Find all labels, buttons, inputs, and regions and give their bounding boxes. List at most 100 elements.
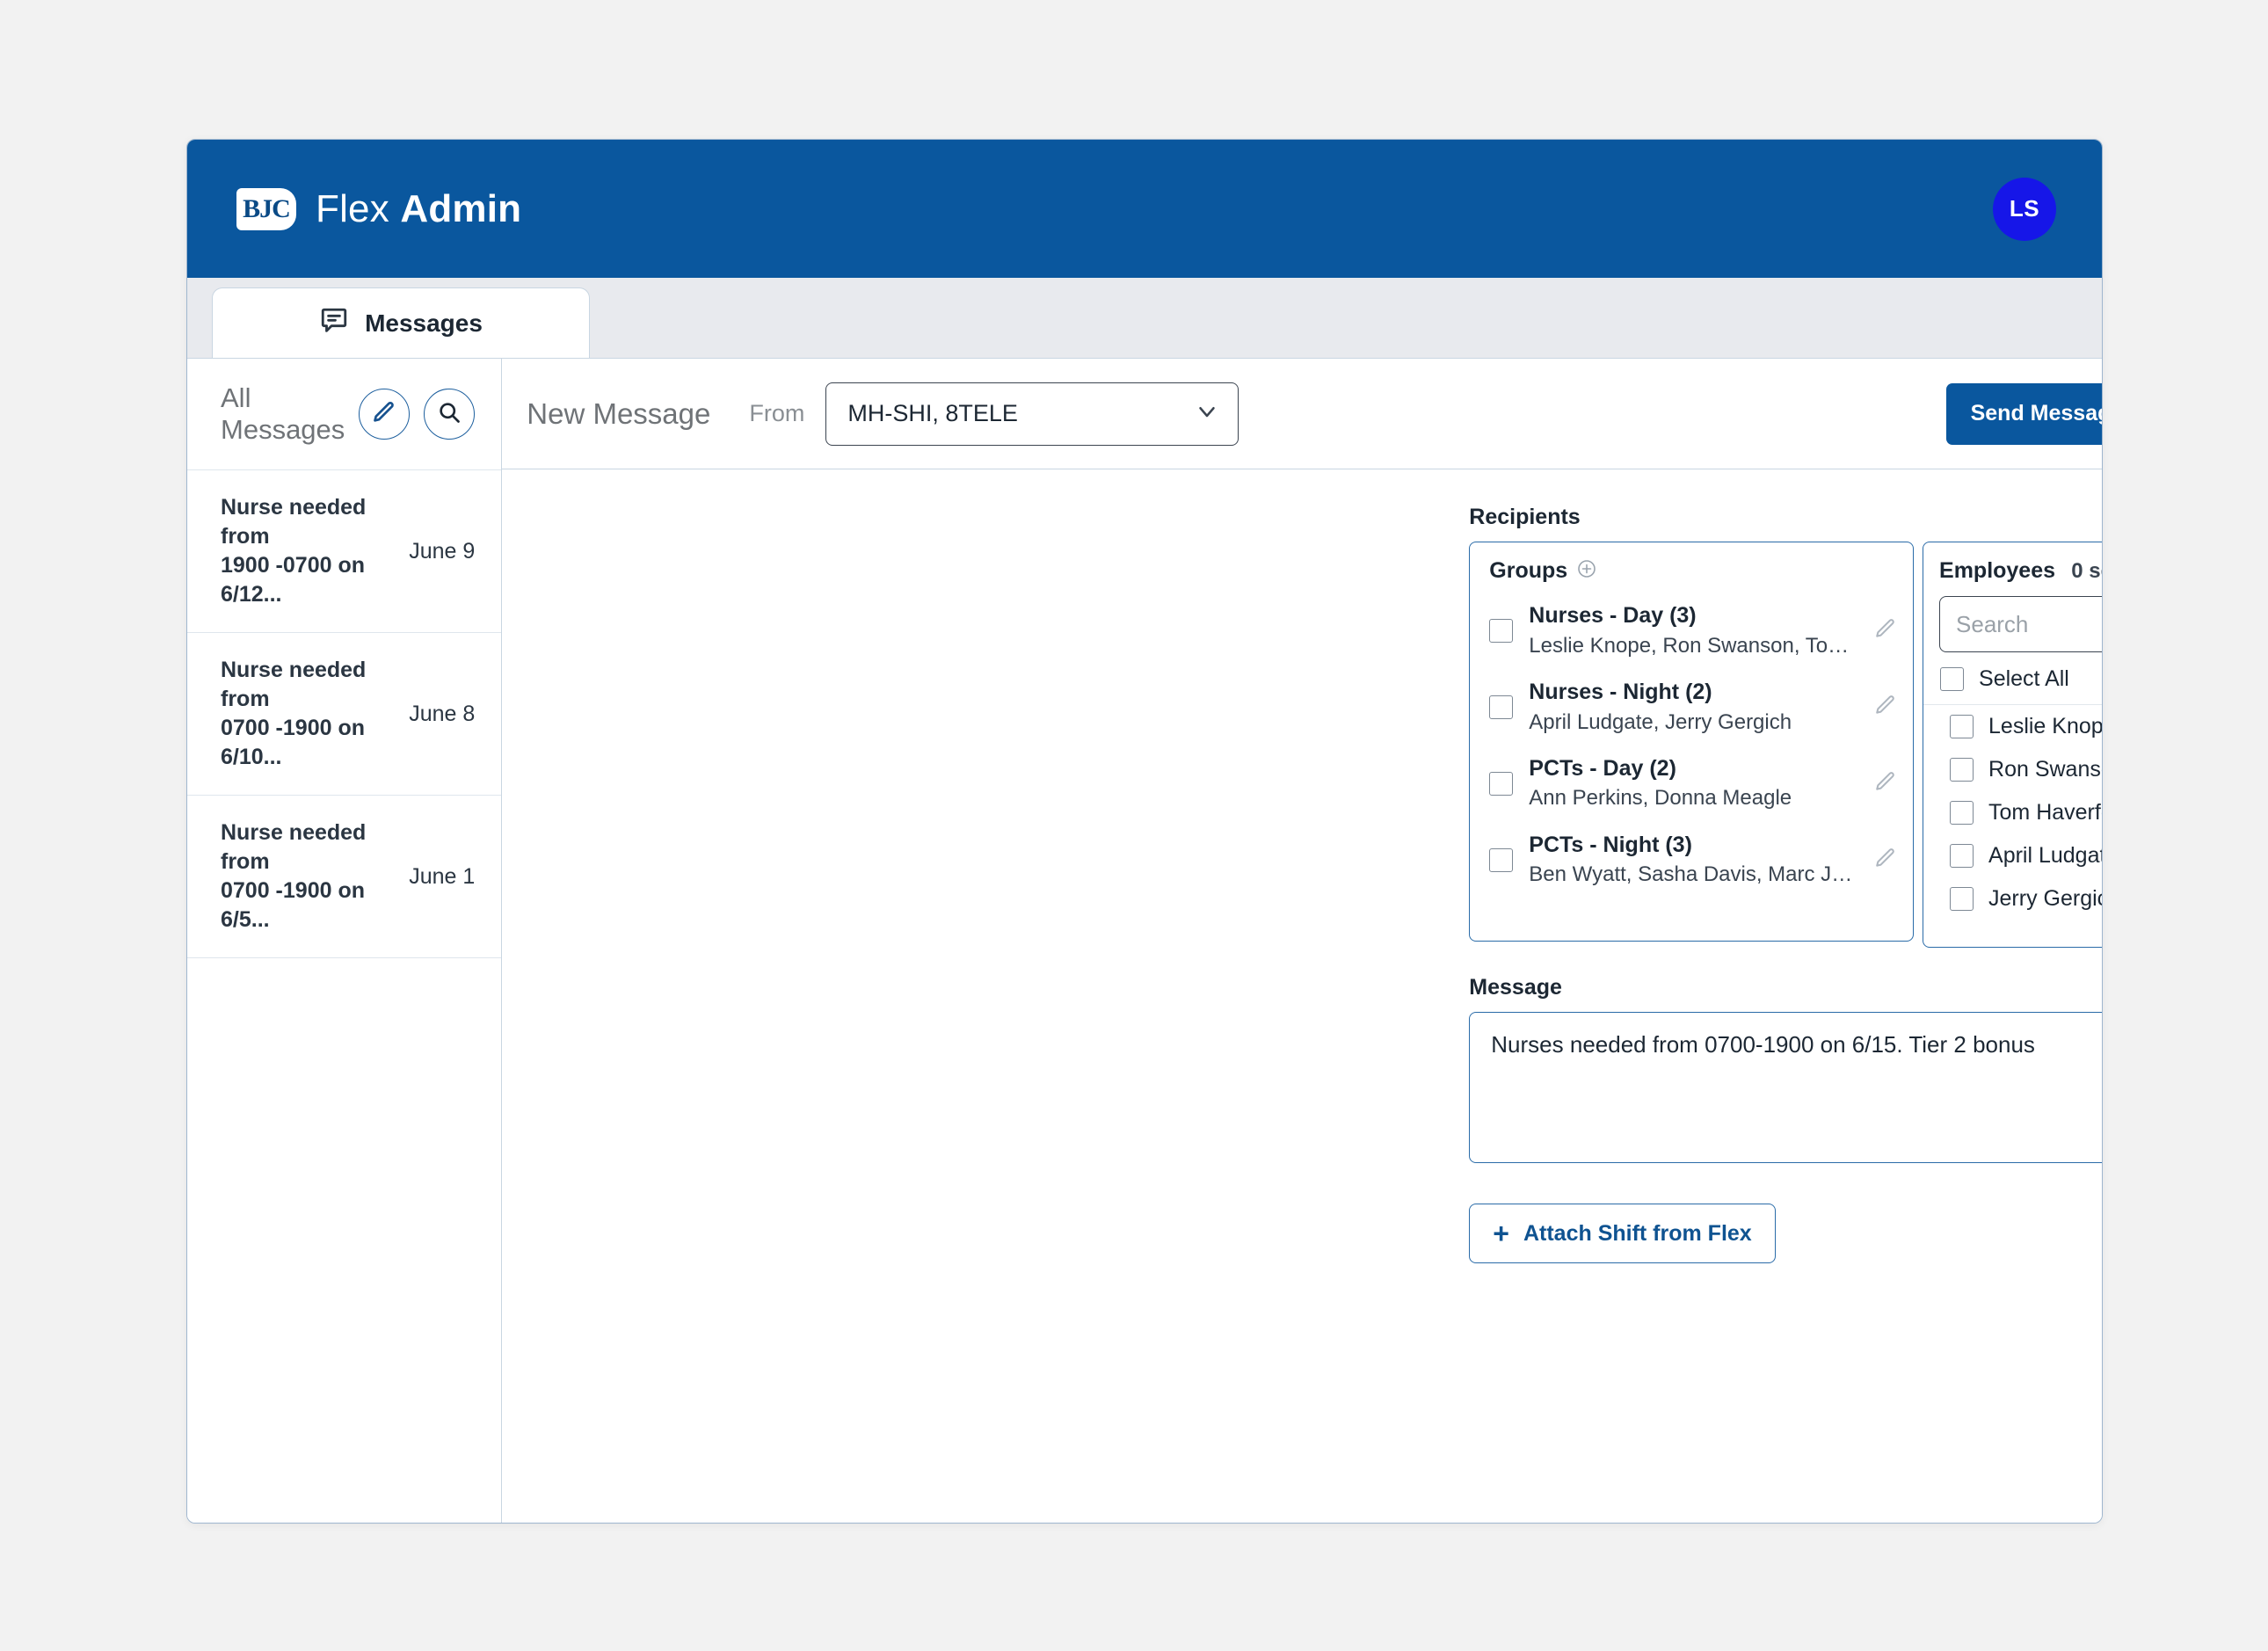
from-unit-value: MH-SHI, 8TELE [847,400,1018,426]
select-all-checkbox[interactable] [1940,667,1965,691]
app-header: BJC Flex Admin LS [187,140,2102,278]
search-input[interactable] [1939,596,2102,652]
message-textarea[interactable] [1469,1012,2102,1163]
pencil-icon[interactable] [1874,694,1897,721]
list-item[interactable]: Nurse needed from 1900 -0700 on 6/12... J… [187,469,502,632]
group-members: Leslie Knope, Ron Swanson, Tom... [1529,633,1859,658]
employee-name: Ron Swanson [1988,757,2102,782]
employee-item[interactable]: Jerry Gergich [1923,877,2102,920]
title-bold: Admin [400,186,522,230]
search-messages-button[interactable] [424,389,476,440]
group-checkbox[interactable] [1489,847,1514,872]
select-all-row[interactable]: Select All [1923,652,2102,705]
group-text: PCTs - Night (3) Ben Wyatt, Sasha Davis,… [1529,831,1858,890]
group-checkbox[interactable] [1489,771,1514,796]
message-subject-line2: 1900 -0700 on 6/12... [221,553,365,607]
message-date: June 1 [409,863,476,889]
employee-checkbox[interactable] [1950,758,1974,782]
employees-panel: Employees 0 selected Select All Leslie K… [1923,542,2103,948]
tab-messages-label: Messages [365,309,483,337]
list-item[interactable]: Nurse needed from 0700 -1900 on 6/10... J… [187,632,502,795]
send-message-button[interactable]: Send Message [1945,382,2102,445]
group-checkbox[interactable] [1489,618,1514,643]
textarea-wrap [1469,1012,2102,1163]
group-item[interactable]: Nurses - Day (3) Leslie Knope, Ron Swans… [1470,593,1913,669]
plus-icon: + [1493,1218,1509,1249]
recipients-row: Groups Nurses - Day (3) Leslie Knope, Ro… [1469,542,2102,948]
app-window: BJC Flex Admin LS Messages All Messages [186,139,2103,1524]
employee-name: Jerry Gergich [1988,886,2102,911]
message-label: Message [1469,975,1562,1000]
employee-checkbox[interactable] [1950,887,1974,911]
sidebar-header: All Messages [187,359,501,469]
pencil-icon[interactable] [1874,770,1897,797]
employee-item[interactable]: April Ludgate [1923,834,2102,877]
group-name: Nurses - Night (2) [1529,679,1712,704]
group-name: Nurses - Day (3) [1529,603,1697,628]
bjc-logo-icon: BJC [236,187,296,230]
message-subject: Nurse needed from 0700 -1900 on 6/10... [221,656,393,772]
message-subject-line2: 0700 -1900 on 6/10... [221,716,365,769]
chevron-down-icon [1194,398,1220,429]
message-date: June 8 [409,701,476,726]
select-all-label: Select All [1979,666,2069,691]
new-message-pane: New Message From MH-SHI, 8TELE Send Mess… [502,359,2102,1523]
from-label: From [749,400,805,426]
attach-shift-button[interactable]: + Attach Shift from Flex [1469,1204,1776,1263]
message-subject: Nurse needed from 0700 -1900 on 6/5... [221,818,393,935]
search-icon [437,400,462,429]
employee-name: Leslie Knope [1988,714,2103,738]
from-unit-select[interactable]: MH-SHI, 8TELE [825,382,1239,446]
plus-circle-icon[interactable] [1576,558,1597,584]
employees-header-label: Employees [1939,558,2056,583]
group-text: PCTs - Day (2) Ann Perkins, Donna Meagle [1529,754,1858,813]
tab-bar: Messages [187,278,2102,359]
compose-message-button[interactable] [359,389,411,440]
employee-name: Tom Haverford [1988,800,2102,825]
message-subject-line1: Nurse needed from [221,495,367,549]
group-text: Nurses - Night (2) April Ludgate, Jerry … [1529,678,1858,737]
message-subject-line1: Nurse needed from [221,658,367,711]
brand: BJC Flex Admin [236,187,521,231]
message-subject: Nurse needed from 1900 -0700 on 6/12... [221,493,393,609]
group-members: April Ludgate, Jerry Gergich [1529,709,1792,734]
group-checkbox[interactable] [1489,695,1514,719]
tab-messages[interactable]: Messages [212,287,590,358]
list-item[interactable]: Nurse needed from 0700 -1900 on 6/5... Ju… [187,795,502,958]
group-text: Nurses - Day (3) Leslie Knope, Ron Swans… [1529,601,1858,660]
message-subject-line1: Nurse needed from [221,820,367,874]
group-members: Ben Wyatt, Sasha Davis, Marc Jar... [1529,862,1859,887]
sidebar-title: All Messages [221,382,345,445]
groups-header: Groups [1470,542,1913,593]
group-members: Ann Perkins, Donna Meagle [1529,786,1792,811]
employee-name: April Ludgate [1988,843,2102,868]
pencil-icon [372,400,396,429]
pencil-icon[interactable] [1874,847,1897,874]
recipients-label: Recipients [1469,505,1581,529]
avatar[interactable]: LS [1993,177,2056,241]
group-item[interactable]: PCTs - Night (3) Ben Wyatt, Sasha Davis,… [1470,822,1913,898]
group-name: PCTs - Day (2) [1529,755,1676,781]
message-list-sidebar: All Messages Nurse needed from 1900 -070… [187,359,503,1523]
new-message-toolbar: New Message From MH-SHI, 8TELE Send Mess… [502,359,2102,469]
employee-checkbox[interactable] [1950,801,1974,825]
employees-selected-count: 0 selected [2071,559,2102,583]
employee-item[interactable]: Leslie Knope [1923,705,2103,748]
employee-item[interactable]: Tom Haverford [1923,791,2102,834]
employees-header: Employees 0 selected [1923,542,2102,584]
pencil-icon[interactable] [1874,617,1897,644]
group-item[interactable]: PCTs - Day (2) Ann Perkins, Donna Meagle [1470,745,1913,822]
attach-shift-label: Attach Shift from Flex [1523,1220,1752,1246]
employee-checkbox[interactable] [1950,715,1974,738]
groups-header-label: Groups [1489,558,1568,583]
group-name: PCTs - Night (3) [1529,832,1692,857]
message-wrap: + Attach Shift from Flex [502,1012,2102,1263]
group-item[interactable]: Nurses - Night (2) April Ludgate, Jerry … [1470,669,1913,745]
page-title: Flex Admin [316,187,521,231]
message-bubble-icon [319,306,349,340]
employee-item[interactable]: Ron Swanson [1923,748,2102,791]
employee-checkbox[interactable] [1950,844,1974,868]
message-date: June 9 [409,538,476,564]
groups-panel: Groups Nurses - Day (3) Leslie Knope, Ro… [1469,542,1915,942]
new-message-title: New Message [527,396,711,430]
